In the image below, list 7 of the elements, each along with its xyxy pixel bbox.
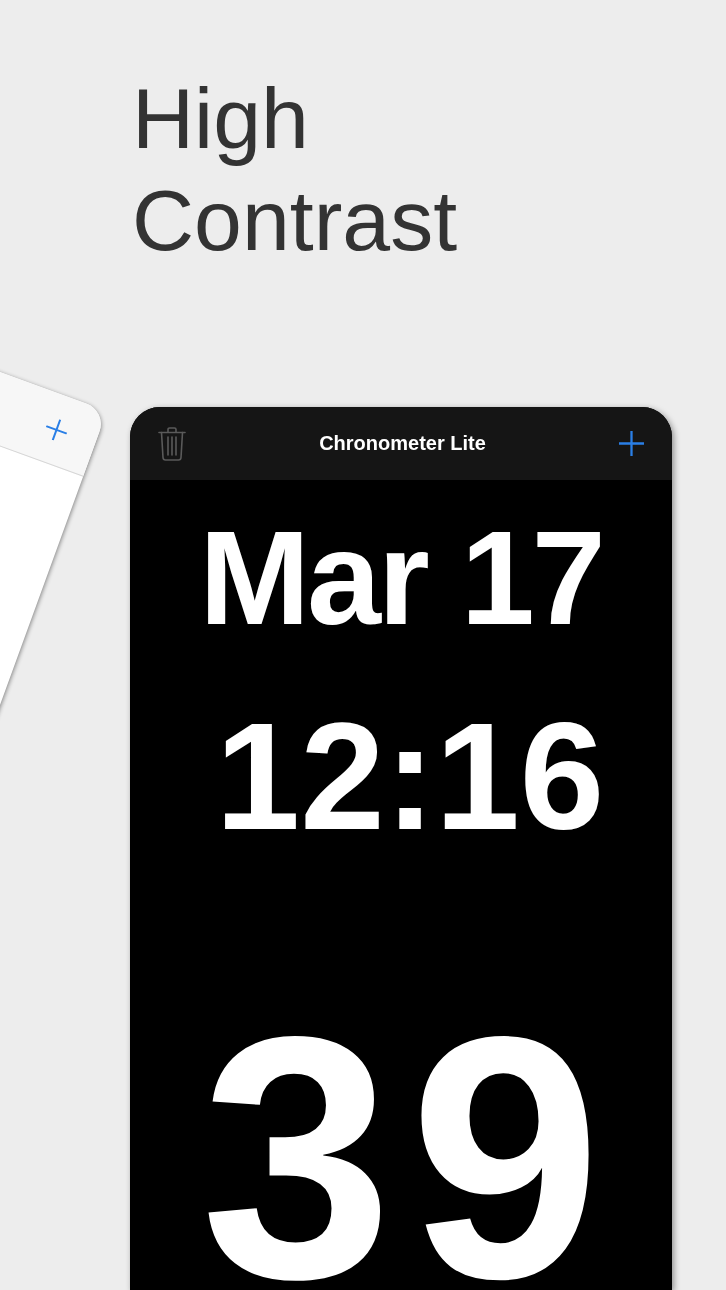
- seconds-display: 39: [199, 1028, 619, 1288]
- add-icon[interactable]: [619, 431, 644, 456]
- trash-icon[interactable]: [158, 426, 186, 461]
- headline: High Contrast: [132, 69, 459, 270]
- date-display: Mar 17: [199, 529, 603, 629]
- time-display: 12:16: [214, 718, 605, 833]
- app-title: Chronometer Lite: [319, 432, 486, 455]
